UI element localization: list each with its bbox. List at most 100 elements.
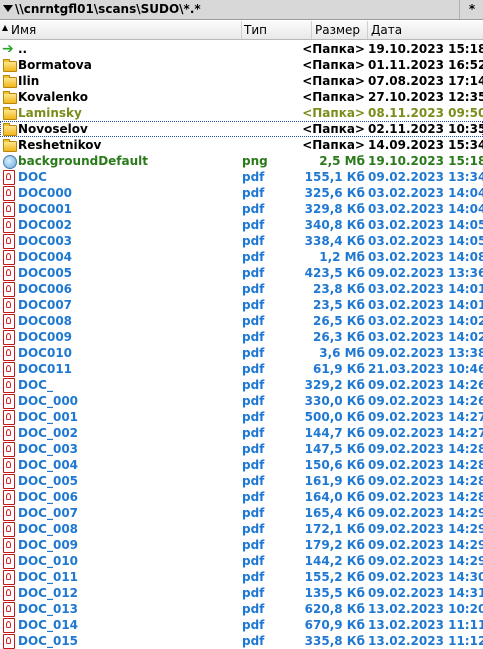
file-date: 19.10.2023 15:18 <box>368 154 483 168</box>
file-row[interactable]: DOC_003 pdf 147,5 Кб 09.02.2023 14:28 <box>0 441 483 457</box>
pdf-file-icon <box>2 538 16 553</box>
file-row[interactable]: DOC_011 pdf 155,2 Кб 09.02.2023 14:30 <box>0 569 483 585</box>
path-bar[interactable]: \\cnrntgfl01\scans\SUDO\*.* * <box>0 0 483 20</box>
file-row[interactable]: DOC007 pdf 23,5 Кб 03.02.2023 14:01 <box>0 297 483 313</box>
file-row[interactable]: backgroundDefault png 2,5 Мб 19.10.2023 15:… <box>0 153 483 169</box>
file-size: 23,5 Кб <box>313 298 365 312</box>
file-size: 329,2 Кб <box>304 378 365 392</box>
file-name: Laminsky <box>18 106 82 120</box>
file-name: DOC_003 <box>18 442 79 456</box>
file-row[interactable]: DOC003 pdf 338,4 Кб 03.02.2023 14:05 <box>0 233 483 249</box>
file-list[interactable]: ➔.. <Папка> 19.10.2023 15:18 Bormatova <Папк… <box>0 41 483 649</box>
column-header-size[interactable]: Размер <box>312 21 368 39</box>
file-name: DOC_005 <box>18 474 79 488</box>
file-type: pdf <box>242 298 265 312</box>
file-date: 02.11.2023 10:35 <box>368 122 483 136</box>
file-date: 09.02.2023 14:29 <box>368 506 483 520</box>
file-size: 161,9 Кб <box>304 474 365 488</box>
file-name: DOC_004 <box>18 458 79 472</box>
pdf-file-icon <box>2 522 16 537</box>
pdf-file-icon <box>2 346 16 361</box>
file-row[interactable]: Laminsky <Папка> 08.11.2023 09:50 <box>0 105 483 121</box>
file-name: backgroundDefault <box>18 154 149 168</box>
file-type: pdf <box>242 394 265 408</box>
file-name: Novoselov <box>18 122 88 136</box>
file-name: DOC002 <box>18 218 73 232</box>
file-row[interactable]: DOC_010 pdf 144,2 Кб 09.02.2023 14:29 <box>0 553 483 569</box>
file-name: DOC_011 <box>18 570 79 584</box>
file-size: 620,8 Кб <box>304 602 365 616</box>
file-date: 03.02.2023 14:05 <box>368 234 483 248</box>
file-row[interactable]: Reshetnikov <Папка> 14.09.2023 15:34 <box>0 137 483 153</box>
file-size: 500,0 Кб <box>304 410 365 424</box>
file-date: 09.02.2023 14:26 <box>368 378 483 392</box>
file-name: DOC_001 <box>18 410 79 424</box>
file-size: 670,9 Кб <box>304 618 365 632</box>
file-type: pdf <box>242 474 265 488</box>
file-date: 03.02.2023 14:04 <box>368 186 483 200</box>
file-row[interactable]: Novoselov <Папка> 02.11.2023 10:35 <box>0 121 483 137</box>
file-type: pdf <box>242 346 265 360</box>
file-size: 144,7 Кб <box>304 426 365 440</box>
file-row[interactable]: DOC004 pdf 1,2 Мб 03.02.2023 14:08 <box>0 249 483 265</box>
file-row[interactable]: DOC_014 pdf 670,9 Кб 13.02.2023 11:11 <box>0 617 483 633</box>
pdf-file-icon <box>2 314 16 329</box>
column-header: Имя Тип Размер Дата <box>0 21 483 40</box>
file-row[interactable]: DOC_006 pdf 164,0 Кб 09.02.2023 14:28 <box>0 489 483 505</box>
file-size: 165,4 Кб <box>304 506 365 520</box>
file-row[interactable]: DOC_012 pdf 135,5 Кб 09.02.2023 14:31 <box>0 585 483 601</box>
file-row[interactable]: DOC000 pdf 325,6 Кб 03.02.2023 14:04 <box>0 185 483 201</box>
pdf-file-icon <box>2 442 16 457</box>
path-dropdown-icon[interactable] <box>3 5 13 12</box>
file-date: 19.10.2023 15:18 <box>368 42 483 56</box>
file-name: Bormatova <box>18 58 92 72</box>
column-header-name[interactable]: Имя <box>0 21 242 39</box>
file-row[interactable]: DOC_000 pdf 330,0 Кб 09.02.2023 14:26 <box>0 393 483 409</box>
file-date: 03.02.2023 14:05 <box>368 218 483 232</box>
file-row[interactable]: ➔.. <Папка> 19.10.2023 15:18 <box>0 41 483 57</box>
file-date: 14.09.2023 15:34 <box>368 138 483 152</box>
file-type: pdf <box>242 234 265 248</box>
file-row[interactable]: DOC001 pdf 329,8 Кб 03.02.2023 14:04 <box>0 201 483 217</box>
file-row[interactable]: DOC pdf 155,1 Кб 09.02.2023 13:34 <box>0 169 483 185</box>
file-size: <Папка> <box>302 42 365 56</box>
file-row[interactable]: DOC006 pdf 23,8 Кб 03.02.2023 14:01 <box>0 281 483 297</box>
pdf-file-icon <box>2 506 16 521</box>
file-row[interactable]: DOC_004 pdf 150,6 Кб 09.02.2023 14:28 <box>0 457 483 473</box>
file-row[interactable]: Ilin <Папка> 07.08.2023 17:14 <box>0 73 483 89</box>
file-size: 155,2 Кб <box>304 570 365 584</box>
file-row[interactable]: DOC009 pdf 26,3 Кб 03.02.2023 14:02 <box>0 329 483 345</box>
file-row[interactable]: DOC_013 pdf 620,8 Кб 13.02.2023 10:20 <box>0 601 483 617</box>
file-name: DOC003 <box>18 234 73 248</box>
file-row[interactable]: DOC_ pdf 329,2 Кб 09.02.2023 14:26 <box>0 377 483 393</box>
file-row[interactable]: DOC010 pdf 3,6 Мб 09.02.2023 13:38 <box>0 345 483 361</box>
file-row[interactable]: DOC_008 pdf 172,1 Кб 09.02.2023 14:29 <box>0 521 483 537</box>
file-date: 09.02.2023 14:27 <box>368 426 483 440</box>
filter-star-button[interactable]: * <box>459 0 483 19</box>
file-row[interactable]: DOC_007 pdf 165,4 Кб 09.02.2023 14:29 <box>0 505 483 521</box>
file-row[interactable]: DOC005 pdf 423,5 Кб 09.02.2023 13:36 <box>0 265 483 281</box>
file-row[interactable]: DOC_001 pdf 500,0 Кб 09.02.2023 14:27 <box>0 409 483 425</box>
file-name: DOC_013 <box>18 602 79 616</box>
column-header-date[interactable]: Дата <box>368 21 483 39</box>
file-row[interactable]: DOC_009 pdf 179,2 Кб 09.02.2023 14:29 <box>0 537 483 553</box>
file-row[interactable]: DOC_002 pdf 144,7 Кб 09.02.2023 14:27 <box>0 425 483 441</box>
file-row[interactable]: Kovalenko <Папка> 27.10.2023 12:35 <box>0 89 483 105</box>
current-path[interactable]: \\cnrntgfl01\scans\SUDO\*.* <box>15 2 201 16</box>
folder-icon <box>2 90 17 104</box>
file-date: 09.02.2023 14:28 <box>368 458 483 472</box>
file-row[interactable]: DOC_005 pdf 161,9 Кб 09.02.2023 14:28 <box>0 473 483 489</box>
file-row[interactable]: DOC002 pdf 340,8 Кб 03.02.2023 14:05 <box>0 217 483 233</box>
pdf-file-icon <box>2 410 16 425</box>
file-size: 325,6 Кб <box>304 186 365 200</box>
file-date: 01.11.2023 16:52 <box>368 58 483 72</box>
file-row[interactable]: DOC008 pdf 26,5 Кб 03.02.2023 14:02 <box>0 313 483 329</box>
file-row[interactable]: DOC011 pdf 61,9 Кб 21.03.2023 10:46 <box>0 361 483 377</box>
file-row[interactable]: Bormatova <Папка> 01.11.2023 16:52 <box>0 57 483 73</box>
file-type: pdf <box>242 314 265 328</box>
file-size: 340,8 Кб <box>304 218 365 232</box>
file-date: 09.02.2023 14:29 <box>368 538 483 552</box>
column-header-type[interactable]: Тип <box>242 21 312 39</box>
pdf-file-icon <box>2 426 16 441</box>
file-row[interactable]: DOC_015 pdf 335,8 Кб 13.02.2023 11:12 <box>0 633 483 649</box>
